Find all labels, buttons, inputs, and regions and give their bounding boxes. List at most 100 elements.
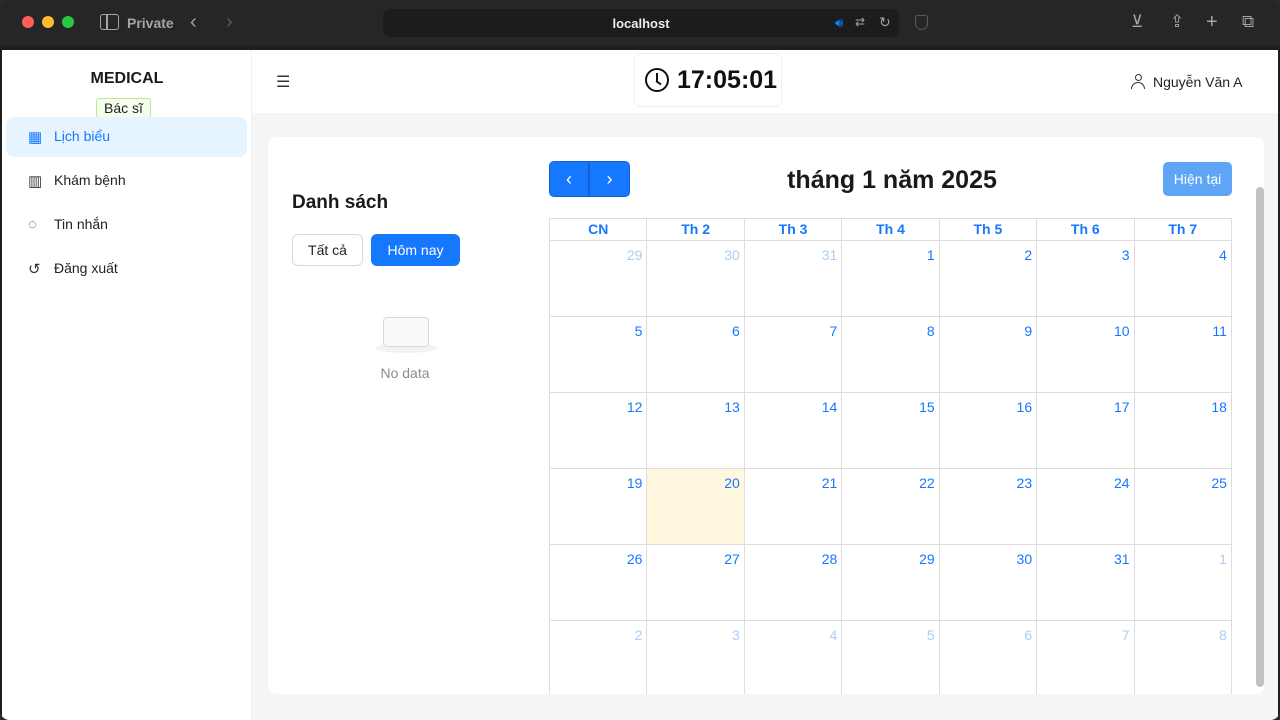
filter-all-button[interactable]: Tất cả	[292, 234, 363, 266]
calendar-day-cell[interactable]: 7	[744, 317, 843, 393]
page-scrollbar[interactable]	[1256, 187, 1264, 687]
weekday-header: Th 5	[939, 219, 1038, 241]
new-tab-icon[interactable]: +	[1206, 12, 1218, 32]
calendar-day-cell[interactable]: 14	[744, 393, 843, 469]
calendar-prev-button[interactable]: ‹	[549, 161, 589, 197]
calendar-day-cell[interactable]: 7	[1037, 621, 1135, 694]
calendar-day-cell[interactable]: 31	[744, 241, 843, 317]
calendar-day-cell[interactable]: 3	[647, 621, 745, 694]
sidebar-item-label: Đăng xuất	[54, 260, 118, 276]
calendar-day-cell[interactable]: 16	[939, 393, 1038, 469]
calendar-day-cell[interactable]: 21	[744, 469, 843, 545]
sidebar-item-examination[interactable]: ▥ Khám bệnh	[6, 161, 247, 201]
calendar-day-cell[interactable]: 19	[550, 469, 648, 545]
sidebar-item-schedule[interactable]: ▦ Lịch biểu	[6, 117, 247, 157]
calendar-day-cell[interactable]: 18	[1134, 393, 1232, 469]
calendar-day-cell[interactable]: 4	[1134, 241, 1232, 317]
calendar-day-cell[interactable]: 22	[842, 469, 940, 545]
brand-title: MEDICAL	[90, 70, 164, 87]
weekday-header: Th 4	[842, 219, 940, 241]
sidebar-item-messages[interactable]: ◌ Tin nhắn	[6, 205, 247, 245]
sidebar-item-label: Tin nhắn	[54, 216, 108, 232]
user-icon[interactable]	[1131, 74, 1145, 89]
speaker-icon[interactable]: 🔊︎	[835, 15, 843, 31]
back-icon[interactable]: ‹	[190, 12, 197, 32]
sidebar-toggle-icon[interactable]	[100, 14, 119, 30]
menu-collapse-icon[interactable]: ☰	[276, 72, 290, 92]
calendar-day-cell[interactable]: 2	[939, 241, 1038, 317]
logout-icon: ↺	[28, 261, 41, 278]
tab-overview-icon[interactable]: ⧉	[1242, 12, 1254, 32]
calendar-day-cell[interactable]: 9	[939, 317, 1038, 393]
clock-time: 17:05:01	[677, 66, 778, 94]
calendar-day-cell[interactable]: 4	[745, 621, 843, 694]
calendar-day-cell[interactable]: 6	[940, 621, 1038, 694]
web-page: MEDICAL Bác sĩ ▦ Lịch biểu ▥ Khám bệnh ◌…	[2, 50, 1278, 720]
user-name[interactable]: Nguyễn Văn A	[1153, 74, 1243, 90]
calendar-day-cell[interactable]: 29	[550, 241, 648, 317]
clock-widget: 17:05:01	[634, 53, 782, 107]
calendar-next-button[interactable]: ›	[589, 161, 630, 197]
close-window-button[interactable]	[22, 16, 34, 28]
calendar-day-cell[interactable]: 20	[647, 469, 745, 545]
weekday-header: CN	[550, 219, 648, 241]
building-icon: ▥	[28, 173, 43, 190]
calendar-day-cell[interactable]: 28	[744, 545, 843, 621]
browser-toolbar: Private ‹ › localhost 🔊︎ ⇄ ↻ ⊻ ⇪ + ⧉	[0, 0, 1280, 46]
minimize-window-button[interactable]	[42, 16, 54, 28]
calendar-day-cell[interactable]: 2	[550, 621, 648, 694]
clock-icon	[645, 68, 669, 92]
sidebar-item-logout[interactable]: ↺ Đăng xuất	[6, 249, 247, 289]
calendar-day-cell[interactable]: 8	[1135, 621, 1232, 694]
calendar-day-cell[interactable]: 30	[939, 545, 1038, 621]
calendar-day-cell[interactable]: 24	[1037, 469, 1135, 545]
calendar-day-cell[interactable]: 6	[647, 317, 745, 393]
calendar-day-cell[interactable]: 5	[550, 317, 648, 393]
sidebar-item-label: Lịch biểu	[54, 128, 111, 144]
calendar-week-row: 19 20 21 22 23 24 25	[550, 469, 1232, 545]
calendar-day-cell[interactable]: 17	[1037, 393, 1135, 469]
calendar-week-row: 2345678	[550, 621, 1232, 694]
calendar-title: tháng 1 năm 2025	[787, 166, 997, 194]
list-title: Danh sách	[292, 192, 389, 213]
forward-icon[interactable]: ›	[226, 12, 233, 32]
calendar-day-cell[interactable]: 25	[1134, 469, 1232, 545]
calendar-day-cell[interactable]: 27	[647, 545, 745, 621]
calendar-day-cell[interactable]: 23	[939, 469, 1038, 545]
calendar-day-cell[interactable]: 15	[842, 393, 940, 469]
calendar-day-cell[interactable]: 10	[1037, 317, 1135, 393]
calendar-day-cell[interactable]: 11	[1134, 317, 1232, 393]
schedule-card: Danh sách Tất cả Hôm nay No data ‹ › thá…	[268, 137, 1264, 694]
calendar-day-cell[interactable]: 29	[842, 545, 940, 621]
calendar-day-cell[interactable]: 12	[550, 393, 648, 469]
weekday-header-row: CN Th 2 Th 3 Th 4 Th 5 Th 6 Th 7	[550, 219, 1232, 241]
calendar-day-cell[interactable]: 31	[1037, 545, 1135, 621]
share-icon[interactable]: ⇪	[1170, 12, 1184, 32]
calendar-day-cell[interactable]: 1	[1134, 545, 1232, 621]
calendar-day-cell[interactable]: 26	[550, 545, 648, 621]
browser-window: Private ‹ › localhost 🔊︎ ⇄ ↻ ⊻ ⇪ + ⧉ MED…	[0, 0, 1280, 720]
calendar-week-row: 5 6 7 8 9 10 11	[550, 317, 1232, 393]
sidebar-item-label: Khám bệnh	[54, 172, 126, 188]
calendar-day-cell[interactable]: 30	[647, 241, 745, 317]
calendar-today-button[interactable]: Hiện tại	[1163, 162, 1232, 196]
zoom-window-button[interactable]	[62, 16, 74, 28]
app-sidebar: MEDICAL Bác sĩ ▦ Lịch biểu ▥ Khám bệnh ◌…	[2, 50, 252, 720]
calendar-icon: ▦	[28, 129, 43, 146]
weekday-header: Th 6	[1037, 219, 1135, 241]
calendar-day-cell[interactable]: 1	[842, 241, 940, 317]
weekday-header: Th 3	[744, 219, 843, 241]
weekday-header: Th 7	[1134, 219, 1232, 241]
calendar-week-row: 26 27 28 29 30 31 1	[550, 545, 1232, 621]
shield-icon[interactable]	[915, 15, 928, 30]
filter-today-button[interactable]: Hôm nay	[371, 234, 460, 266]
calendar-week-row: 29 30 31 1 2 3 4	[550, 241, 1232, 317]
download-icon[interactable]: ⊻	[1131, 12, 1143, 32]
calendar-day-cell[interactable]: 3	[1037, 241, 1135, 317]
calendar-day-cell[interactable]: 13	[647, 393, 745, 469]
translate-icon[interactable]: ⇄	[855, 15, 865, 29]
calendar-day-cell[interactable]: 8	[842, 317, 940, 393]
address-bar[interactable]: localhost 🔊︎ ⇄ ↻	[383, 9, 899, 37]
calendar-day-cell[interactable]: 5	[842, 621, 940, 694]
reload-icon[interactable]: ↻	[879, 14, 891, 31]
